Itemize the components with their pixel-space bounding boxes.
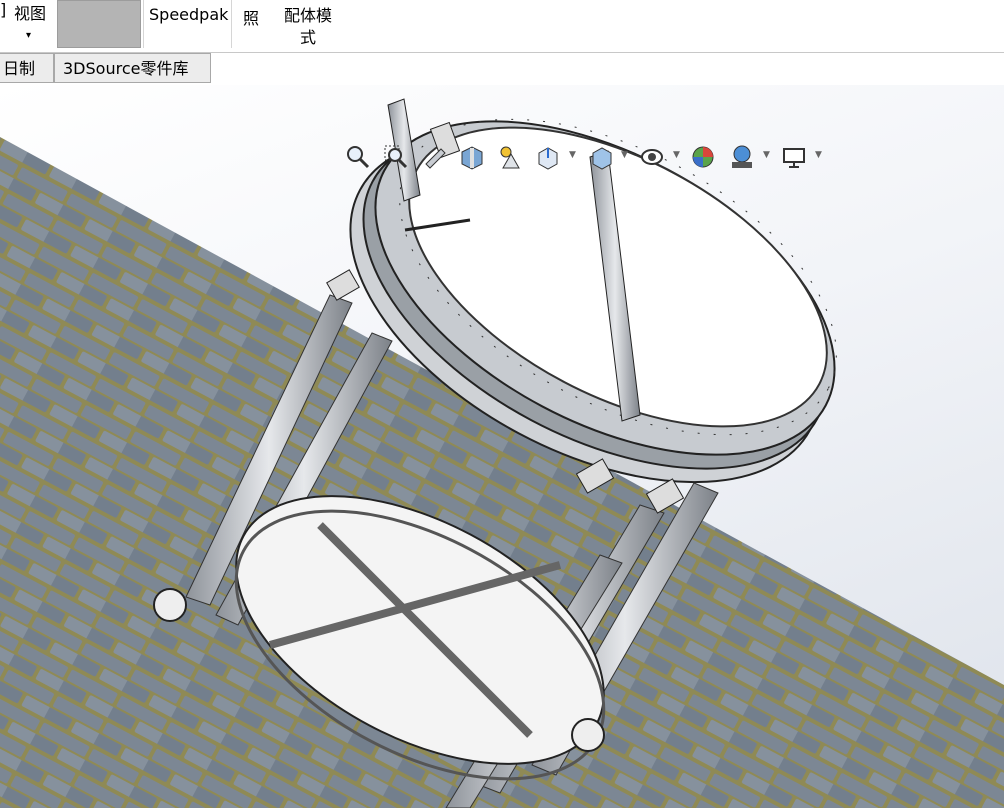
photo-button[interactable]: 照 [243,5,259,29]
hide-show-icon [641,149,663,165]
ribbon-divider [231,0,232,48]
previous-view-button[interactable] [421,140,451,174]
view-orientation-icon [538,147,558,170]
chevron-down-icon[interactable]: ▼ [569,150,576,160]
tab-3dsource-library[interactable]: 3DSource零件库 [54,53,211,83]
display-style-button[interactable] [587,140,617,174]
chevron-down-icon[interactable]: ▼ [673,150,680,160]
chevron-down-icon[interactable]: ▼ [815,150,822,160]
display-style-icon [592,147,612,170]
chevron-down-icon: ▾ [26,30,32,41]
previous-view-icon [425,148,446,169]
cad-model-scene [0,98,1004,808]
edit-appearance-icon [692,146,714,168]
ribbon-divider [143,0,144,48]
ribbon-placeholder-button[interactable] [57,0,141,48]
zoom-to-area-button[interactable] [381,140,411,174]
tab-manufacturing[interactable]: 日制造 [0,53,54,108]
dynamic-annotation-button[interactable] [495,140,525,174]
apply-scene-button[interactable] [727,140,757,174]
zoom-to-fit-button[interactable] [343,140,373,174]
ribbon-partial-label: ] [0,0,7,19]
view-settings-icon [783,148,805,168]
view-settings-button[interactable] [779,140,809,174]
chevron-down-icon[interactable]: ▼ [621,150,628,160]
section-view-button[interactable] [457,140,487,174]
apply-scene-icon [732,145,752,168]
zoom-to-area-icon [384,145,408,169]
mate-mode-button[interactable]: 配体模式 [280,5,336,49]
hide-show-button[interactable] [637,140,667,174]
view-dropdown-button[interactable]: ] 视图 ▾ [0,0,52,48]
caster-wheel [153,588,187,622]
section-view-icon [461,146,483,170]
zoom-to-fit-icon [347,146,370,169]
dynamic-annotation-icon [500,146,520,169]
chevron-down-icon[interactable]: ▼ [763,150,770,160]
view-label: 视图 [14,4,47,23]
view-orientation-button[interactable] [533,140,563,174]
ribbon-toolbar: ] 视图 ▾ Speedpak 照 配体模式 [0,0,1004,53]
speedpak-button[interactable]: Speedpak [149,5,228,24]
caster-wheel [571,718,605,752]
graphics-viewport[interactable]: ▼ ▼ ▼ ▼ ▼ [0,85,1004,808]
edit-appearance-button[interactable] [689,140,719,174]
